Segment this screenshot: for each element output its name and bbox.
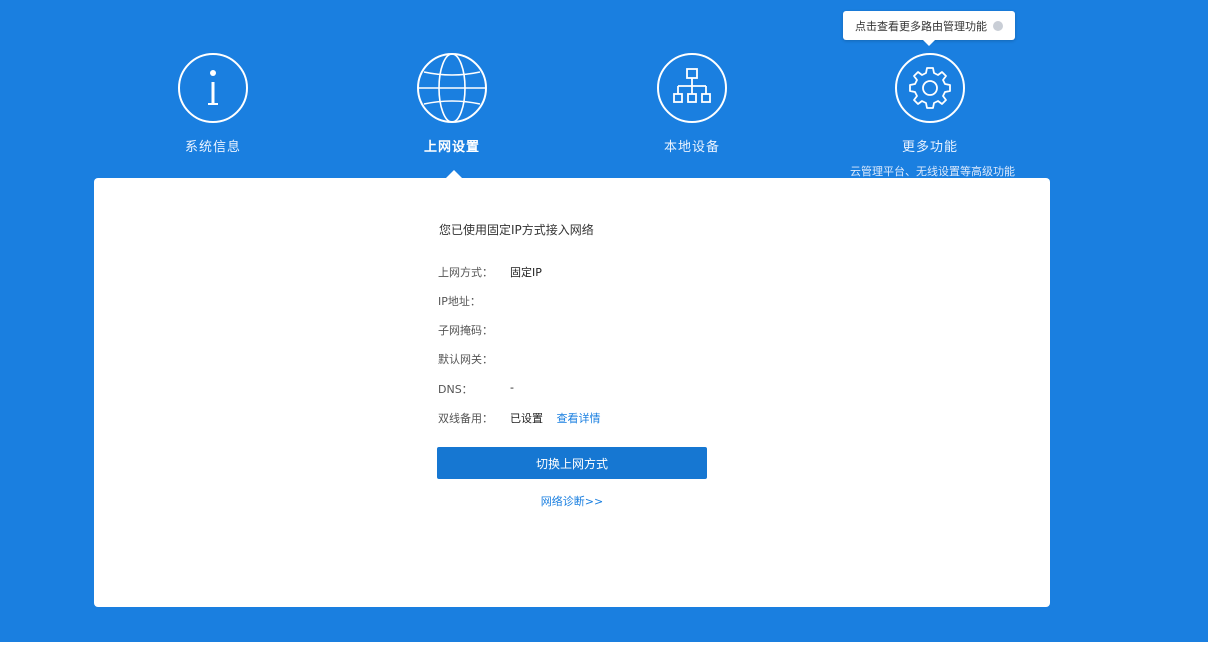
row-value: 已设置 [510, 412, 543, 425]
row-label: DNS： [438, 383, 473, 396]
switch-connection-button[interactable]: 切换上网方式 [437, 447, 707, 479]
nav-label: 本地设备 [663, 140, 720, 155]
row-label: 默认网关： [438, 353, 493, 366]
info-row-connection-type: 上网方式： 固定IP [438, 264, 542, 280]
row-value: 固定IP [510, 266, 542, 279]
nav-label: 更多功能 [901, 140, 958, 155]
globe-icon [417, 53, 487, 123]
content-panel [94, 178, 1050, 607]
info-row-dns: DNS： - [438, 381, 514, 397]
nav-local-devices[interactable]: 本地设备 [612, 52, 772, 155]
info-row-subnet: 子网掩码： [438, 322, 493, 338]
row-label: 上网方式： [438, 266, 493, 279]
gear-icon [895, 53, 965, 123]
router-admin-app: 系统信息 上网设置 本地设备 更多功能 云管理平台、无线设置等高级功能 点击查看… [0, 0, 1208, 642]
network-diagnose-link[interactable]: 网络诊断>> [437, 493, 707, 509]
info-row-ip: IP地址： [438, 293, 481, 309]
close-icon[interactable] [993, 20, 1003, 31]
row-value: - [510, 381, 514, 394]
row-label: 双线备用： [438, 412, 493, 425]
nav-system-info[interactable]: 系统信息 [133, 52, 293, 155]
nav-label: 系统信息 [184, 140, 241, 155]
nav-sub-label: 云管理平台、无线设置等高级功能 [850, 165, 1015, 178]
nav-internet-settings[interactable]: 上网设置 [372, 52, 532, 155]
status-heading: 您已使用固定IP方式接入网络 [439, 223, 594, 237]
info-row-gateway: 默认网关： [438, 351, 493, 367]
nav-more-features[interactable]: 更多功能 云管理平台、无线设置等高级功能 [850, 52, 1015, 179]
view-details-link[interactable]: 查看详情 [557, 412, 601, 425]
nav-label: 上网设置 [423, 140, 480, 155]
tooltip-text: 点击查看更多路由管理功能 [855, 19, 987, 33]
info-row-dual-line: 双线备用： 已设置 查看详情 [438, 410, 601, 426]
row-label: 子网掩码： [438, 324, 493, 337]
info-icon [178, 53, 248, 123]
row-label: IP地址： [438, 295, 481, 308]
row-value-group: 已设置 查看详情 [510, 410, 601, 426]
network-icon [657, 53, 727, 123]
feature-tooltip: 点击查看更多路由管理功能 [843, 11, 1015, 46]
